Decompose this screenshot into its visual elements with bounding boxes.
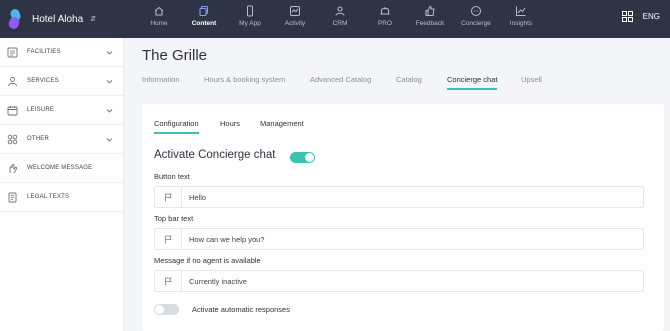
nav-insights-label: Insights <box>509 20 533 27</box>
thumbs-up-icon <box>425 5 435 16</box>
welcome-icon <box>9 163 18 173</box>
nav-content-label: Content <box>191 20 217 27</box>
leisure-icon <box>7 105 18 115</box>
tab-concierge-chat[interactable]: Concierge chat <box>447 75 498 90</box>
chevron-down-icon <box>106 137 113 142</box>
nav-pro[interactable]: PRO <box>363 4 407 34</box>
app-logo <box>7 7 24 31</box>
subtab-configuration[interactable]: Configuration <box>154 119 199 134</box>
button-text-label: Button text <box>154 172 190 181</box>
switch-icon[interactable] <box>621 11 633 22</box>
nav-feedback-label: Feedback <box>415 20 445 27</box>
auto-responses-label: Activate automatic responses <box>192 305 290 314</box>
nav-concierge[interactable]: Concierge <box>454 4 498 34</box>
content-icon <box>199 5 209 17</box>
chevron-down-icon <box>106 79 113 84</box>
subtab-management[interactable]: Management <box>260 119 304 128</box>
chevron-down-icon <box>106 108 113 113</box>
top-bar-text-field[interactable]: How can we help you? <box>154 228 644 250</box>
top-navigation-bar: Hotel Aloha ⇵ Home Content My App Activi… <box>0 0 670 38</box>
sidebar: FACILITIES SERVICES LEISURE OTHER WELCOM… <box>0 38 124 331</box>
page-title: The Grille <box>142 47 208 64</box>
services-icon <box>8 76 17 86</box>
nav-feedback[interactable]: Feedback <box>408 4 452 34</box>
flag-icon <box>164 193 172 201</box>
button-text-field[interactable]: Hello <box>154 186 644 208</box>
configuration-card: Configuration Hours Management Activate … <box>142 104 664 331</box>
sidebar-item-facilities[interactable]: FACILITIES <box>0 38 123 67</box>
chevron-down-icon <box>106 50 113 55</box>
chevron-updown-icon: ⇵ <box>90 15 97 23</box>
sidebar-item-label: LEISURE <box>27 107 55 113</box>
chart-icon <box>516 6 526 16</box>
hotel-name: Hotel Aloha <box>32 13 84 25</box>
document-icon <box>8 192 17 202</box>
home-icon <box>154 6 164 16</box>
no-agent-message-label: Message if no agent is available <box>154 256 261 265</box>
nav-crm-label: CRM <box>332 20 348 27</box>
users-icon <box>335 6 345 16</box>
top-bar-text-value: How can we help you? <box>189 234 265 244</box>
flag-icon <box>164 277 172 285</box>
pro-icon <box>380 7 390 15</box>
sidebar-item-services[interactable]: SERVICES <box>0 67 123 96</box>
nav-content[interactable]: Content <box>182 4 226 34</box>
language-selector[interactable]: ENG <box>643 12 660 21</box>
facilities-icon <box>7 47 18 57</box>
language-flag-button[interactable] <box>155 229 182 249</box>
sidebar-item-leisure[interactable]: LEISURE <box>0 96 123 125</box>
sidebar-item-legal-texts[interactable]: LEGAL TEXTS <box>0 183 123 212</box>
sidebar-item-label: SERVICES <box>27 78 59 84</box>
nav-home-label: Home <box>150 20 168 27</box>
hotel-switcher[interactable]: Hotel Aloha ⇵ <box>7 6 97 32</box>
chat-icon <box>471 6 481 16</box>
language-flag-button[interactable] <box>155 271 182 291</box>
no-agent-message-field[interactable]: Currently inactive <box>154 270 644 292</box>
tab-hours-booking[interactable]: Hours & booking system <box>204 75 285 84</box>
sidebar-item-label: FACILITIES <box>27 49 61 55</box>
no-agent-message-value: Currently inactive <box>189 276 247 286</box>
nav-insights[interactable]: Insights <box>499 4 543 34</box>
activate-chat-toggle[interactable] <box>290 152 315 163</box>
phone-icon <box>247 5 253 17</box>
sidebar-item-label: LEGAL TEXTS <box>27 194 70 200</box>
nav-concierge-label: Concierge <box>461 20 491 27</box>
top-bar-text-label: Top bar text <box>154 214 194 223</box>
nav-activity-label: Activity <box>284 20 306 27</box>
sidebar-item-welcome-message[interactable]: WELCOME MESSAGE <box>0 154 123 183</box>
other-icon <box>7 134 18 144</box>
tab-catalog[interactable]: Catalog <box>396 75 422 84</box>
sidebar-item-other[interactable]: OTHER <box>0 125 123 154</box>
nav-pro-label: PRO <box>377 20 393 27</box>
tab-advanced-catalog[interactable]: Advanced Catalog <box>310 75 371 84</box>
nav-home[interactable]: Home <box>137 4 181 34</box>
subtab-hours[interactable]: Hours <box>220 119 240 128</box>
nav-crm[interactable]: CRM <box>318 4 362 34</box>
flag-icon <box>164 235 172 243</box>
nav-my-app-label: My App <box>239 20 261 27</box>
button-text-value: Hello <box>189 192 207 202</box>
section-title: Activate Concierge chat <box>154 149 276 161</box>
sidebar-item-label: OTHER <box>27 136 49 142</box>
activity-icon <box>290 6 300 16</box>
tab-upsell[interactable]: Upsell <box>521 75 542 84</box>
auto-responses-toggle[interactable] <box>154 304 179 315</box>
tab-information[interactable]: Information <box>142 75 180 84</box>
language-flag-button[interactable] <box>155 187 182 207</box>
sidebar-item-label: WELCOME MESSAGE <box>27 165 93 171</box>
nav-my-app[interactable]: My App <box>228 4 272 34</box>
nav-activity[interactable]: Activity <box>273 4 317 34</box>
